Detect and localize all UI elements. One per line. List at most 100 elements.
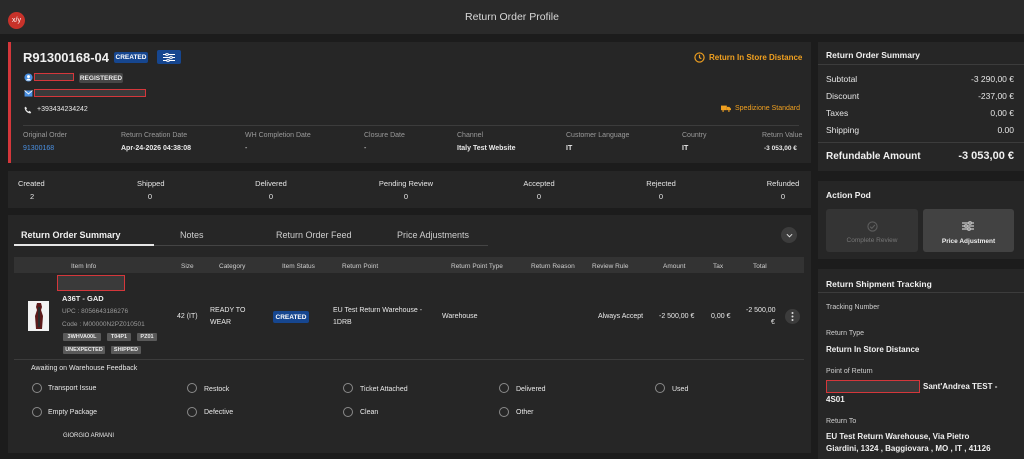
return-to-label: Return To [826, 418, 857, 425]
product-tag: PZ01 [137, 333, 157, 341]
product-tag: 3WHVA00L [63, 333, 101, 341]
complete-review-button[interactable]: Complete Review [826, 209, 918, 252]
radio-delivered[interactable] [499, 383, 509, 393]
count-label: Pending Review [378, 179, 434, 188]
refundable-value: -3 053,00 € [958, 150, 1014, 162]
row-status-badge: CREATED [273, 311, 309, 323]
radio-other[interactable] [499, 407, 509, 417]
order-id: R91300168-04 [23, 50, 110, 65]
count-shipped: Shipped 0 [137, 179, 165, 201]
col-review-rule: Review Rule [592, 263, 629, 270]
action-pod-title: Action Pod [826, 190, 871, 200]
tab-price-adjustments[interactable]: Price Adjustments [397, 230, 469, 240]
row-size: 42 (IT) [177, 313, 198, 320]
label-clean: Clean [360, 409, 379, 416]
label-delivered: Delivered [516, 386, 546, 393]
registered-badge: REGISTERED [79, 73, 123, 83]
active-tab-indicator [14, 244, 154, 246]
info-value-return-value: -3 053,00 € [764, 145, 797, 152]
count-value: 0 [780, 192, 786, 201]
return-to-line2: Giardini, 1324 , Baggiovara , MO , IT , … [826, 444, 991, 453]
row-category-line1: READY TO [210, 307, 246, 314]
sliders-icon [962, 221, 974, 231]
count-value: 0 [403, 192, 409, 201]
unexpected-flag: UNEXPECTED [63, 346, 105, 354]
price-adjustment-button[interactable]: Price Adjustment [923, 209, 1014, 252]
product-upc: UPC : 8056643186276 [62, 308, 129, 315]
more-vertical-icon [791, 312, 794, 321]
tab-return-order-feed[interactable]: Return Order Feed [276, 230, 352, 240]
garment-image [34, 303, 43, 329]
summary-taxes-label: Taxes [826, 108, 849, 118]
summary-divider [818, 64, 1024, 65]
info-label-closure-date: Closure Date [364, 132, 405, 139]
point-of-return-label: Point of Return [826, 368, 873, 375]
radio-ticket-attached[interactable] [343, 383, 353, 393]
row-divider [14, 359, 804, 360]
tab-notes[interactable]: Notes [180, 230, 204, 240]
label-defective: Defective [204, 409, 234, 416]
info-value-country: IT [682, 145, 689, 152]
status-badge: CREATED [114, 52, 148, 63]
count-accepted: Accepted 0 [522, 179, 556, 201]
tab-return-order-summary[interactable]: Return Order Summary [21, 230, 121, 240]
row-menu-button[interactable] [785, 309, 800, 324]
label-ticket-attached: Ticket Attached [360, 386, 408, 393]
product-name: A36T - GAD [62, 294, 104, 303]
phone-icon [24, 106, 32, 114]
truck-icon [721, 105, 731, 112]
col-total: Total [753, 263, 767, 270]
check-circle-icon [867, 221, 878, 232]
product-name-redacted [57, 275, 125, 291]
row-return-point-line1: EU Test Return Warehouse - [333, 307, 423, 314]
col-return-point: Return Point [342, 263, 379, 270]
radio-defective[interactable] [187, 407, 197, 417]
count-label: Created [18, 179, 45, 188]
radio-restock[interactable] [187, 383, 197, 393]
collapse-button[interactable] [781, 227, 797, 243]
table-header [14, 257, 804, 273]
info-label-channel: Channel [457, 132, 484, 139]
col-amount: Amount [663, 263, 686, 270]
refundable-divider [818, 142, 1024, 143]
col-item-info: Item Info [71, 263, 97, 270]
summary-discount-label: Discount [826, 91, 860, 101]
radio-transport-issue[interactable] [32, 383, 42, 393]
radio-clean[interactable] [343, 407, 353, 417]
summary-title: Return Order Summary [826, 50, 920, 60]
original-order-link[interactable]: 91300168 [23, 145, 54, 152]
col-return-point-type: Return Point Type [451, 263, 503, 270]
info-value-language: IT [566, 145, 573, 152]
info-label-country: Country [682, 132, 707, 139]
product-tag: T04P1 [107, 333, 131, 341]
count-label: Accepted [523, 179, 555, 188]
sliders-icon [163, 52, 175, 62]
count-value: 0 [268, 192, 274, 201]
point-of-return-suffix: Sant'Andrea TEST - [923, 382, 998, 391]
row-tax: 0,00 € [711, 313, 731, 320]
label-used: Used [672, 386, 689, 393]
return-type-value: Return In Store Distance [826, 345, 920, 354]
refundable-label: Refundable Amount [826, 151, 921, 162]
tracking-title: Return Shipment Tracking [826, 279, 932, 289]
complete-review-label: Complete Review [846, 237, 898, 244]
label-other: Other [516, 409, 534, 416]
filter-button[interactable] [157, 50, 181, 64]
count-label: Delivered [255, 179, 287, 188]
row-amount: -2 500,00 € [659, 313, 695, 320]
count-rejected: Rejected 0 [645, 179, 677, 201]
header-divider [23, 125, 799, 126]
row-total-line2: € [771, 319, 775, 326]
label-empty-package: Empty Package [48, 409, 98, 416]
return-type-link[interactable]: Return In Store Distance [694, 52, 802, 63]
customer-email-redacted [34, 89, 146, 97]
count-label: Rejected [646, 179, 676, 188]
count-created: Created 2 [18, 179, 45, 201]
location-alert-icon [694, 52, 705, 63]
summary-discount-value: -237,00 € [978, 91, 1014, 101]
tracking-divider [818, 292, 1024, 293]
radio-empty-package[interactable] [32, 407, 42, 417]
row-return-point-type: Warehouse [442, 313, 478, 320]
radio-used[interactable] [655, 383, 665, 393]
point-of-return-redacted [826, 380, 920, 393]
